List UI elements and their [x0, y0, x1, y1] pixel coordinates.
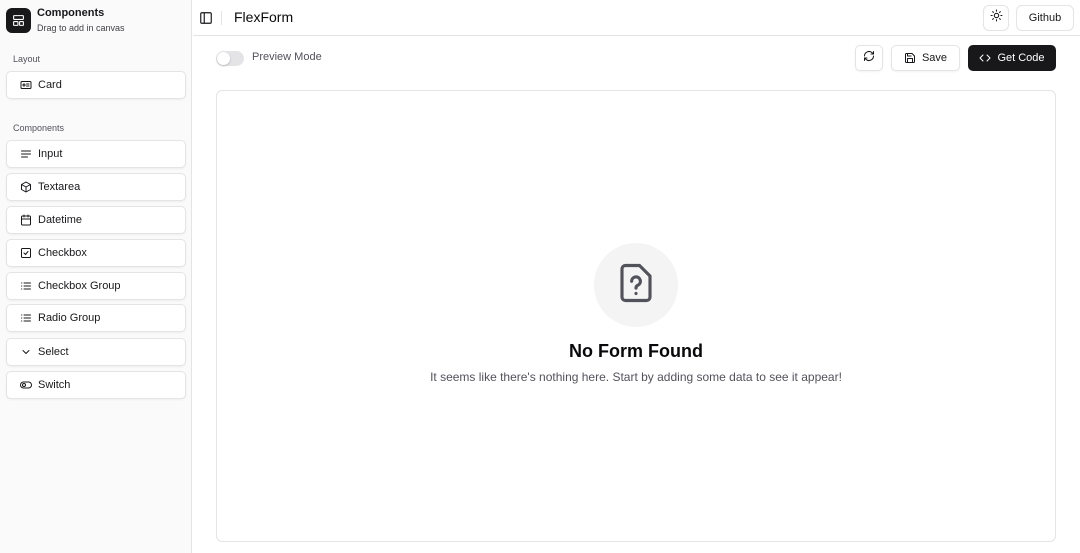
- sidebar-item-select[interactable]: Select: [6, 338, 186, 366]
- sidebar-toggle-icon[interactable]: [199, 11, 213, 25]
- refresh-icon: [863, 49, 875, 67]
- checkbox-icon: [20, 247, 32, 259]
- get-code-button[interactable]: Get Code: [968, 45, 1056, 71]
- chevron-down-icon: [20, 346, 32, 358]
- sidebar-item-label: Card: [38, 79, 62, 91]
- empty-state-title: No Form Found: [569, 341, 703, 361]
- sidebar-item-checkbox[interactable]: Checkbox: [6, 239, 186, 267]
- header-divider: [221, 11, 222, 25]
- get-code-label: Get Code: [997, 52, 1045, 64]
- sidebar-item-label: Checkbox Group: [38, 280, 121, 292]
- sidebar-item-label: Datetime: [38, 214, 83, 226]
- text-lines-icon: [20, 148, 32, 160]
- sidebar-item-input[interactable]: Input: [6, 140, 186, 168]
- empty-state-description: It seems like there's nothing here. Star…: [430, 370, 842, 384]
- calendar-icon: [20, 214, 32, 226]
- sidebar: Components Drag to add in canvas Layout …: [0, 0, 192, 553]
- sidebar-subtitle: Drag to add in canvas: [37, 23, 125, 33]
- save-label: Save: [921, 52, 948, 64]
- code-icon: [979, 52, 991, 64]
- sidebar-item-datetime[interactable]: Datetime: [6, 206, 186, 234]
- sidebar-item-label: Checkbox: [38, 247, 87, 259]
- save-button[interactable]: Save: [891, 45, 960, 71]
- id-card-icon: [20, 79, 32, 91]
- list-icon: [20, 280, 32, 292]
- sidebar-item-label: Radio Group: [38, 312, 101, 324]
- sidebar-item-switch[interactable]: Switch: [6, 371, 186, 399]
- components-logo-icon: [6, 8, 31, 33]
- sidebar-item-label: Switch: [38, 379, 71, 391]
- sidebar-item-textarea[interactable]: Textarea: [6, 173, 186, 201]
- toggle-icon: [20, 379, 32, 391]
- section-label-components: Components: [13, 123, 65, 133]
- sidebar-item-label: Select: [38, 346, 69, 358]
- sidebar-header: Components Drag to add in canvas: [6, 7, 125, 34]
- sidebar-item-label: Input: [38, 148, 63, 160]
- box-icon: [20, 181, 32, 193]
- section-label-layout: Layout: [13, 54, 41, 64]
- sidebar-item-checkbox-group[interactable]: Checkbox Group: [6, 272, 186, 300]
- empty-state-illustration: [594, 243, 678, 327]
- switch-knob: [217, 52, 230, 65]
- app-title: FlexForm: [234, 9, 294, 25]
- theme-toggle-button[interactable]: [983, 5, 1009, 31]
- sun-icon: [990, 9, 1003, 27]
- sidebar-item-card[interactable]: Card: [6, 71, 186, 99]
- sidebar-title: Components: [37, 7, 105, 19]
- sidebar-item-radio-group[interactable]: Radio Group: [6, 304, 186, 332]
- preview-mode-label: Preview Mode: [252, 51, 322, 63]
- save-icon: [904, 52, 916, 64]
- sidebar-item-label: Textarea: [38, 181, 81, 193]
- github-button[interactable]: Github: [1016, 5, 1074, 31]
- refresh-button[interactable]: [855, 45, 883, 71]
- top-header: FlexForm Github: [193, 0, 1080, 36]
- file-question-icon: [615, 262, 657, 309]
- list-icon: [20, 312, 32, 324]
- preview-mode-switch[interactable]: [216, 51, 244, 66]
